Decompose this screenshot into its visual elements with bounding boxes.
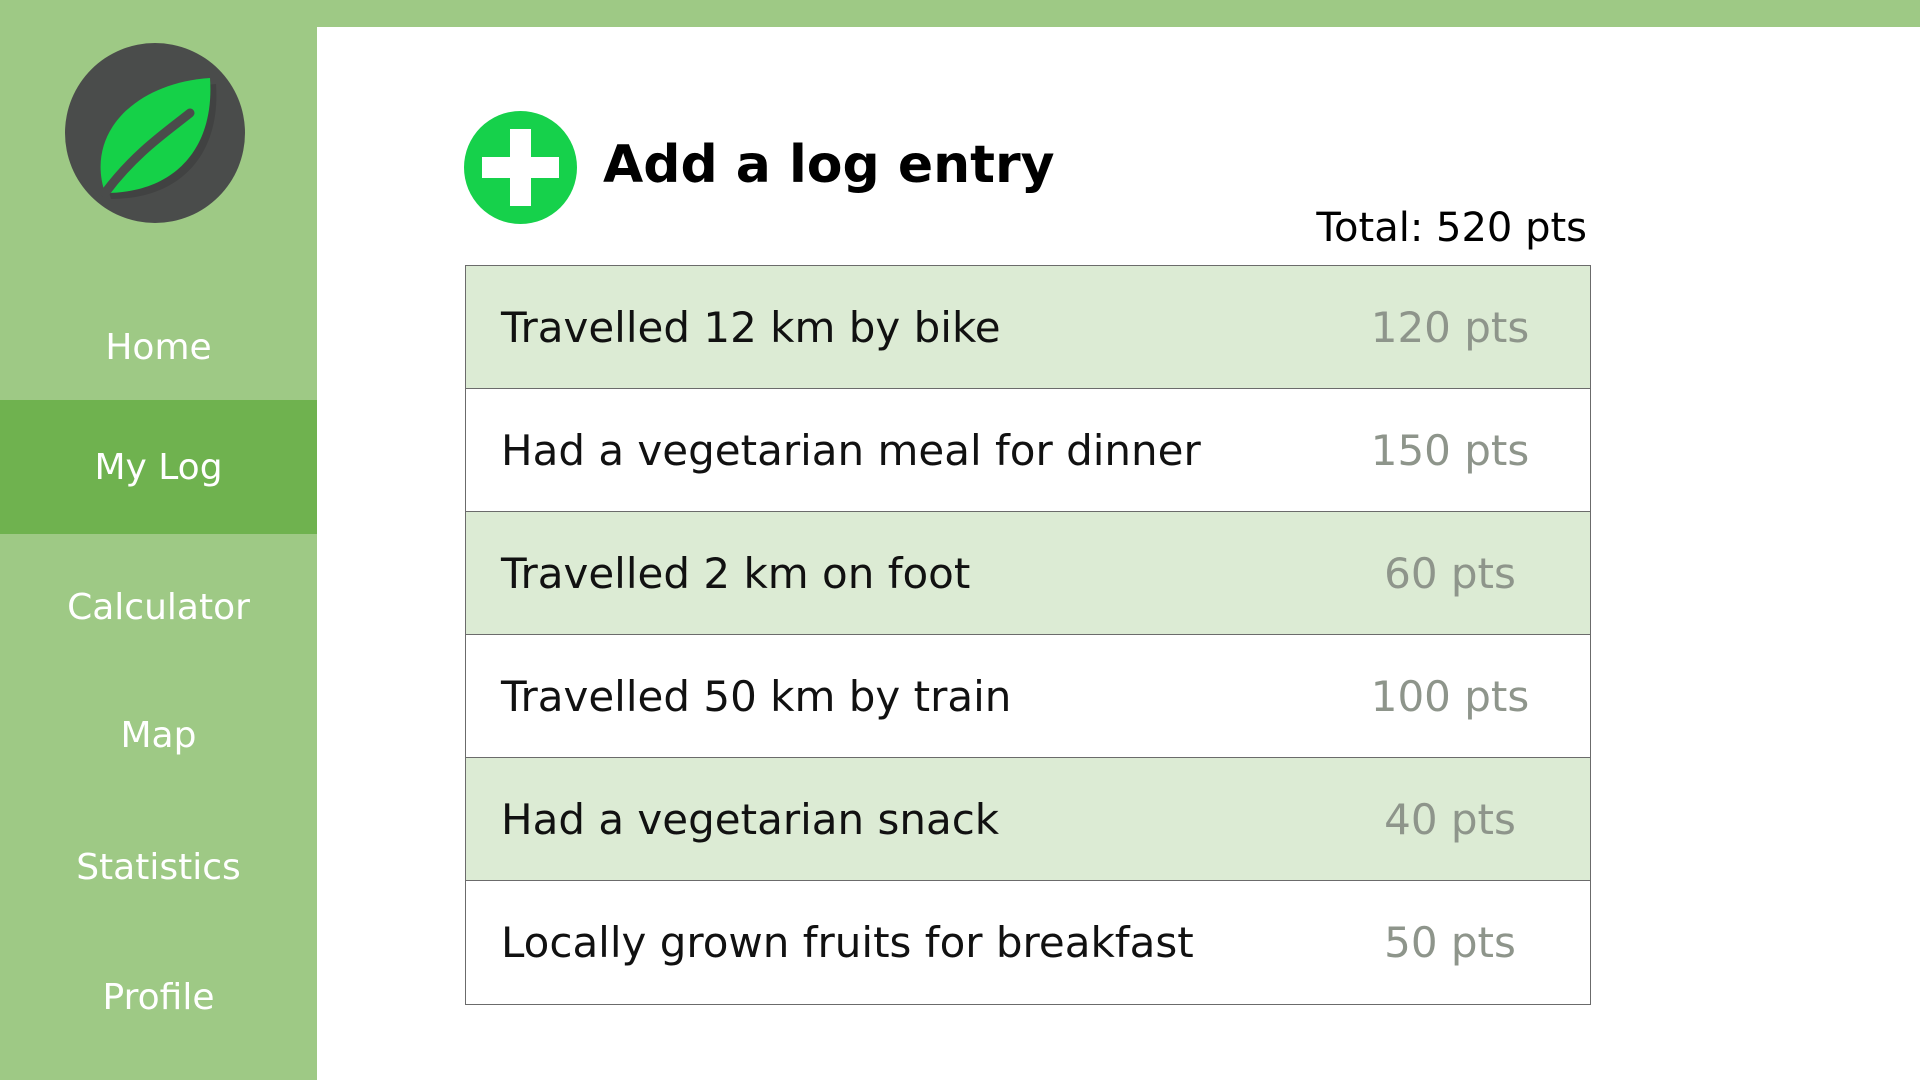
- entry-description: Had a vegetarian meal for dinner: [501, 425, 1201, 475]
- add-entry-title[interactable]: Add a log entry: [603, 139, 1055, 191]
- sidebar-item-label: Calculator: [67, 586, 250, 628]
- entry-description: Had a vegetarian snack: [501, 794, 1000, 844]
- sidebar-item-label: Statistics: [76, 846, 241, 888]
- sidebar: Home My Log Calculator Map Statistics Pr…: [0, 0, 317, 1080]
- add-entry-button[interactable]: [464, 111, 577, 224]
- main-panel: Add a log entry Total: 520 pts Travelled…: [317, 27, 1920, 1080]
- sidebar-item-label: Home: [105, 326, 212, 368]
- sidebar-item-calculator[interactable]: Calculator: [0, 540, 317, 674]
- entry-points: 100 pts: [1370, 671, 1530, 721]
- entry-description: Locally grown fruits for breakfast: [501, 918, 1194, 967]
- sidebar-item-label: My Log: [94, 446, 223, 488]
- sidebar-item-map[interactable]: Map: [0, 668, 317, 802]
- sidebar-item-label: Map: [120, 714, 197, 756]
- log-entry-row[interactable]: Had a vegetarian meal for dinner 150 pts: [466, 389, 1590, 512]
- leaf-icon: [65, 43, 245, 223]
- log-entry-row[interactable]: Travelled 2 km on foot 60 pts: [466, 512, 1590, 635]
- entry-points: 60 pts: [1384, 548, 1516, 598]
- entry-description: Travelled 50 km by train: [501, 671, 1012, 721]
- log-entry-row[interactable]: Had a vegetarian snack 40 pts: [466, 758, 1590, 881]
- sidebar-item-statistics[interactable]: Statistics: [0, 800, 317, 934]
- entry-description: Travelled 2 km on foot: [501, 548, 971, 598]
- entry-points: 120 pts: [1370, 302, 1530, 352]
- log-entry-row[interactable]: Travelled 50 km by train 100 pts: [466, 635, 1590, 758]
- entry-points: 40 pts: [1384, 794, 1516, 844]
- entry-points: 50 pts: [1384, 918, 1516, 967]
- log-entry-row[interactable]: Locally grown fruits for breakfast 50 pt…: [466, 881, 1590, 1004]
- entry-points: 150 pts: [1370, 425, 1530, 475]
- sidebar-item-home[interactable]: Home: [0, 280, 317, 414]
- log-entry-row[interactable]: Travelled 12 km by bike 120 pts: [466, 266, 1590, 389]
- sidebar-item-label: Profile: [102, 976, 215, 1018]
- sidebar-item-my-log[interactable]: My Log: [0, 400, 317, 534]
- entry-description: Travelled 12 km by bike: [501, 302, 1001, 352]
- log-list: Travelled 12 km by bike 120 pts Had a ve…: [465, 265, 1591, 1005]
- sidebar-item-profile[interactable]: Profile: [0, 930, 317, 1064]
- total-points: Total: 520 pts: [1316, 205, 1587, 251]
